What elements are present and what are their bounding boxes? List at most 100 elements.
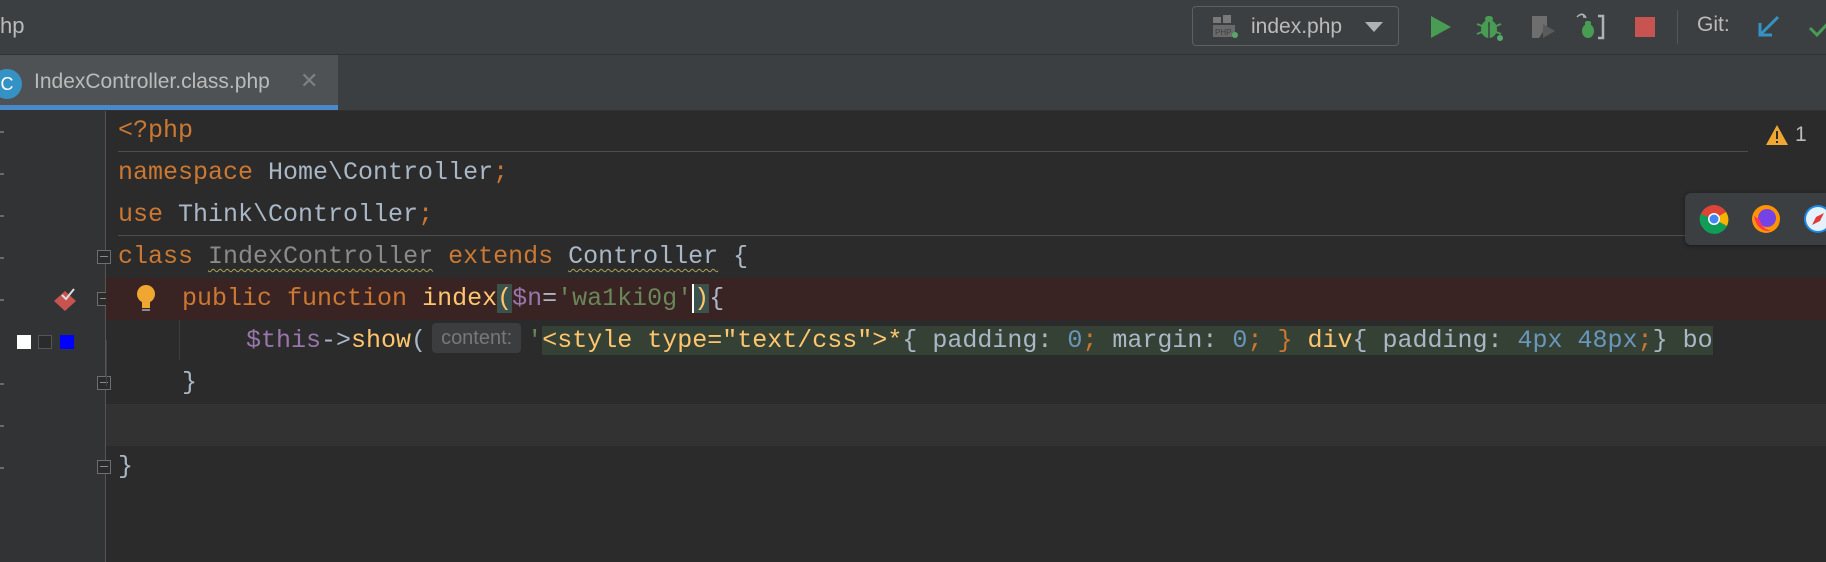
- css-semi: ;: [1637, 326, 1653, 355]
- browser-preview-toolbar: [1685, 193, 1826, 245]
- git-update-icon[interactable]: [1754, 12, 1784, 42]
- line-number-mark: [0, 215, 4, 217]
- code-line-5[interactable]: public function index($n='wa1ki0g'){: [182, 278, 724, 320]
- line-number-mark: [0, 257, 4, 259]
- gutter-divider: [105, 111, 106, 562]
- injected-css: <style type="text/css">*{ padding: 0; ma…: [542, 326, 1713, 355]
- code-line-1[interactable]: <?php: [118, 110, 193, 152]
- css-text: margin:: [1112, 326, 1233, 355]
- css-text: } bo: [1652, 326, 1713, 355]
- coverage-icon[interactable]: [1527, 12, 1557, 42]
- safari-icon[interactable]: [1803, 204, 1826, 234]
- class-file-icon: C: [0, 69, 22, 99]
- current-line-highlight: [106, 404, 1826, 446]
- color-swatch-dark[interactable]: [38, 335, 52, 349]
- css-number: 4px: [1517, 326, 1563, 355]
- line-number-mark: [0, 299, 4, 301]
- color-swatch-white[interactable]: [17, 335, 31, 349]
- debug-icon[interactable]: [1474, 12, 1504, 42]
- paren-open: (: [411, 326, 427, 355]
- line-number-mark: [0, 383, 4, 385]
- main-toolbar: hp PHP index.php Git:: [0, 0, 1826, 55]
- line-number-mark: [0, 467, 4, 469]
- warning-count: 1: [1795, 123, 1807, 146]
- line-number-mark: [0, 131, 4, 133]
- code-line-9[interactable]: }: [118, 446, 133, 488]
- editor-tab-bar: C IndexController.class.php ✕: [0, 55, 1826, 111]
- close-icon[interactable]: ✕: [300, 68, 318, 94]
- this-var: $this: [246, 326, 322, 355]
- keyword-extends: extends: [448, 242, 554, 271]
- editor-gutter[interactable]: [0, 111, 106, 562]
- css-selector-star: *: [887, 326, 903, 355]
- chrome-icon[interactable]: [1699, 204, 1729, 234]
- parameter-hint: content:: [432, 323, 522, 354]
- default-string: 'wa1ki0g': [557, 284, 693, 313]
- keyword-function: function: [287, 284, 408, 313]
- close-brace: }: [182, 368, 198, 397]
- indent-guide: [179, 320, 180, 360]
- git-commit-icon[interactable]: [1806, 12, 1826, 42]
- code-line-7[interactable]: }: [182, 362, 197, 404]
- open-brace: {: [709, 284, 725, 313]
- equals: =: [542, 284, 558, 313]
- style-tag: <style type="text/css">: [542, 326, 888, 355]
- chevron-down-icon: [1365, 22, 1383, 32]
- indent-guide: [106, 340, 107, 386]
- css-text: { padding:: [902, 326, 1068, 355]
- php-open-tag: <?php: [118, 116, 194, 145]
- keyword-use: use: [118, 200, 164, 229]
- class-name: IndexController: [208, 242, 434, 271]
- php-file-icon: PHP: [1213, 15, 1238, 38]
- stop-icon[interactable]: [1630, 12, 1660, 42]
- inspection-widget[interactable]: 1: [1748, 120, 1826, 152]
- semicolon: ;: [493, 158, 509, 187]
- css-space: [1563, 326, 1578, 355]
- attach-debugger-icon[interactable]: [1576, 12, 1606, 42]
- toolbar-separator: [1677, 10, 1678, 44]
- fold-end-function[interactable]: [97, 376, 111, 390]
- string-quote: ': [527, 326, 543, 355]
- keyword-class: class: [118, 242, 194, 271]
- namespace-name: Home\Controller: [253, 158, 494, 187]
- run-configuration-selector[interactable]: PHP index.php: [1192, 6, 1399, 46]
- arrow: ->: [321, 326, 352, 355]
- breakpoint-icon[interactable]: [52, 287, 78, 313]
- paren-open: (: [497, 284, 513, 313]
- close-brace: }: [118, 452, 134, 481]
- method-name: show: [351, 326, 412, 355]
- css-semi: ;: [1082, 326, 1113, 355]
- css-semi: ; }: [1247, 326, 1308, 355]
- line-number-mark: [0, 425, 4, 427]
- semicolon: ;: [418, 200, 434, 229]
- import-name: Think\Controller: [163, 200, 419, 229]
- tab-indexcontroller[interactable]: C IndexController.class.php ✕: [0, 55, 338, 110]
- fold-toggle-class[interactable]: [97, 250, 111, 264]
- svg-text:PHP: PHP: [1215, 28, 1231, 37]
- color-swatch-blue[interactable]: [60, 335, 74, 349]
- css-number: 48px: [1577, 326, 1638, 355]
- css-text: { padding:: [1352, 326, 1518, 355]
- code-line-4[interactable]: class IndexController extends Controller…: [118, 236, 748, 278]
- fold-end-class[interactable]: [97, 460, 111, 474]
- css-number: 0: [1232, 326, 1248, 355]
- warning-icon: [1766, 125, 1788, 145]
- lightbulb-icon[interactable]: [133, 283, 159, 313]
- css-number: 0: [1067, 326, 1083, 355]
- keyword-public: public: [182, 284, 273, 313]
- firefox-icon[interactable]: [1751, 204, 1781, 234]
- function-name: index: [422, 284, 498, 313]
- tab-title: IndexController.class.php: [34, 70, 270, 93]
- code-line-2[interactable]: namespace Home\Controller;: [118, 152, 508, 194]
- project-name[interactable]: hp: [0, 13, 24, 39]
- code-line-6[interactable]: $this->show(content: '<style type="text/c…: [246, 320, 1713, 362]
- open-brace: {: [718, 242, 749, 271]
- paren-close: ): [692, 284, 710, 313]
- line-number-mark: [0, 173, 4, 175]
- git-label: Git:: [1697, 13, 1730, 36]
- parent-class: Controller: [568, 242, 719, 271]
- keyword-namespace: namespace: [118, 158, 254, 187]
- code-line-3[interactable]: use Think\Controller;: [118, 194, 433, 236]
- run-icon[interactable]: [1425, 12, 1455, 42]
- run-configuration-label: index.php: [1251, 15, 1343, 38]
